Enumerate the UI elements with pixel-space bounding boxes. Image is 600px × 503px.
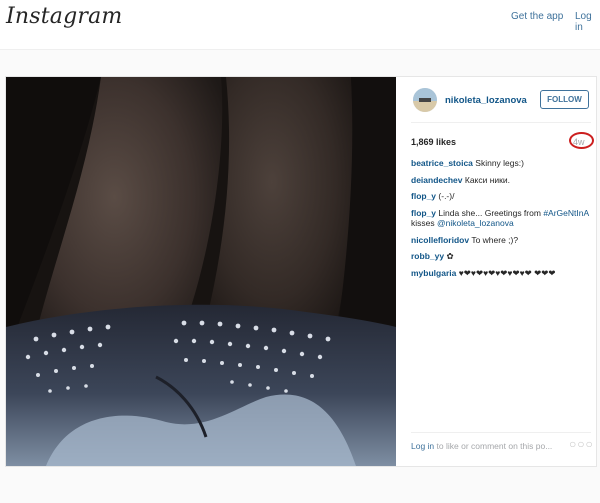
comment-text: ♥❤♥❤♥❤♥❤♥❤♥❤ ❤❤❤ — [458, 267, 556, 278]
avatar-image — [413, 88, 437, 112]
top-navigation-bar: Instagram Get the app Log in — [0, 0, 600, 50]
comment-item: flop_y Linda she... Greetings from #ArGe… — [411, 208, 591, 229]
user-avatar[interactable] — [413, 88, 437, 112]
instagram-logo[interactable]: Instagram — [6, 4, 122, 29]
comment-item: nicollefloridov To where ;)? — [411, 235, 591, 246]
comment-mention[interactable]: @nikoleta_lozanova — [437, 218, 514, 228]
login-link[interactable]: Log in — [575, 11, 600, 33]
comment-item: robb_yy ✿ — [411, 251, 591, 262]
comments-list: beatrice_stoica Skinny legs:) deiandeche… — [411, 158, 591, 284]
comment-item: mybulgaria ♥❤♥❤♥❤♥❤♥❤♥❤ ❤❤❤ — [411, 268, 591, 279]
login-to-comment-link[interactable]: Log in — [411, 441, 434, 451]
follow-button[interactable]: FOLLOW — [540, 90, 589, 109]
post-card: nikoleta_lozanova FOLLOW 1,869 likes 4w … — [5, 76, 597, 467]
comment-username[interactable]: mybulgaria — [411, 268, 456, 278]
post-time[interactable]: 4w — [573, 137, 585, 147]
post-photo-image — [6, 77, 396, 466]
comment-text: Skinny legs:) — [475, 158, 524, 168]
comment-username[interactable]: beatrice_stoica — [411, 158, 473, 168]
comment-username[interactable]: robb_yy — [411, 251, 444, 261]
comment-text: Linda she... Greetings from — [438, 207, 541, 218]
comment-item: flop_y (-.-)/ — [411, 191, 591, 202]
login-to-comment-text: to like or comment on this po... — [436, 441, 553, 451]
login-to-comment-prompt: Log in to like or comment on this po... — [411, 441, 552, 451]
comment-item: deiandechev Какси ники. — [411, 175, 591, 186]
post-username[interactable]: nikoleta_lozanova — [445, 95, 527, 106]
comment-text-mid: kisses — [411, 218, 435, 228]
comment-text: ✿ — [446, 251, 454, 261]
comment-username[interactable]: deiandechev — [411, 175, 463, 185]
get-the-app-link[interactable]: Get the app — [511, 11, 563, 22]
likes-count[interactable]: 1,869 likes — [411, 137, 456, 147]
comment-item: beatrice_stoica Skinny legs:) — [411, 158, 591, 169]
more-options-icon[interactable]: ○○○ — [569, 437, 594, 451]
comment-username[interactable]: flop_y — [411, 191, 436, 201]
comment-username[interactable]: nicollefloridov — [411, 235, 469, 245]
divider — [411, 122, 591, 123]
post-photo[interactable] — [6, 77, 396, 466]
comment-text: (-.-)/ — [438, 191, 455, 201]
comment-text: To where ;)? — [471, 234, 519, 245]
post-sidebar: nikoleta_lozanova FOLLOW 1,869 likes 4w … — [397, 77, 597, 466]
comment-text: Какси ники. — [464, 174, 510, 185]
comment-hashtag[interactable]: #ArGeNtInA — [543, 208, 588, 218]
comment-username[interactable]: flop_y — [411, 208, 436, 218]
divider — [411, 432, 591, 433]
